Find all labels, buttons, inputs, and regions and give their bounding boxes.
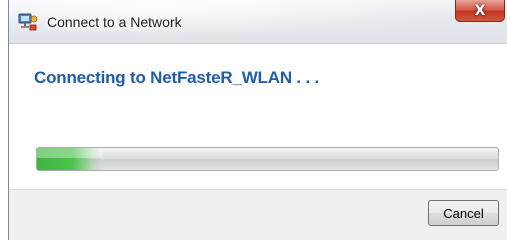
title-bar[interactable]: Connect to a Network X [9, 0, 507, 44]
close-button[interactable]: X [455, 0, 505, 22]
cancel-button[interactable]: Cancel [428, 200, 499, 226]
window-title: Connect to a Network [47, 14, 182, 30]
network-wizard-icon [18, 13, 38, 31]
connect-dialog-window: Connect to a Network X Connecting to Net… [8, 0, 507, 240]
close-icon: X [474, 2, 486, 19]
connecting-status-heading: Connecting to NetFasteR_WLAN . . . [34, 68, 320, 87]
progress-fill [37, 148, 102, 170]
connection-progress-bar [36, 147, 499, 171]
